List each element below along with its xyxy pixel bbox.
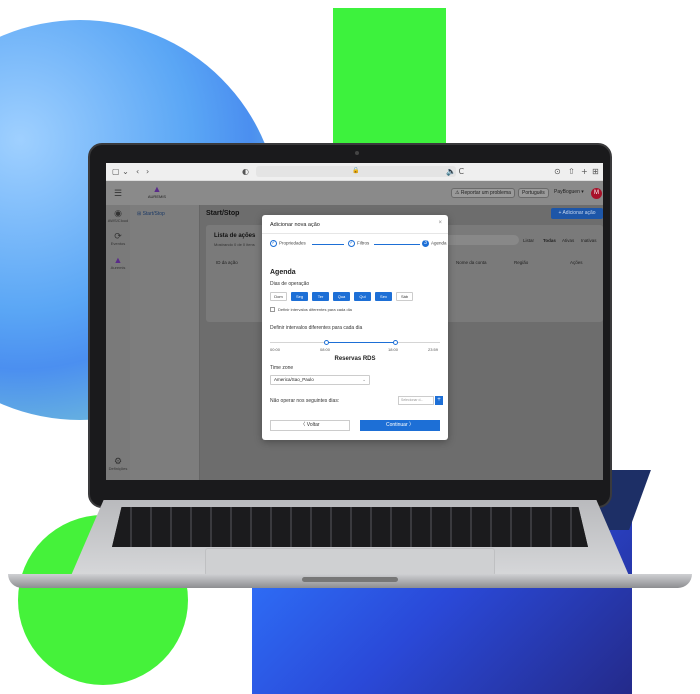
column-header: Ações <box>570 260 583 265</box>
rail-label: Auremis <box>110 265 126 270</box>
slider-end-handle[interactable] <box>393 340 398 345</box>
continue-button[interactable]: Continuar 〉 <box>360 420 440 431</box>
day-toggle-fri[interactable]: Sex <box>375 292 392 301</box>
slider-tick: 23:59 <box>428 347 439 352</box>
step-schedule[interactable]: 3 Agenda <box>422 240 447 247</box>
rail-item-auremis[interactable]: ▲ Auremis <box>106 255 130 270</box>
step-filters[interactable]: ✓ Filtros <box>348 240 369 247</box>
page-title: Start/Stop <box>206 210 240 217</box>
laptop-screen: ▢ ⌄ ‹ › ◐ 🔒 🔈 C ⊙ ⇧ + ⊞ ▲ AUREMIS ⚠ Repo… <box>106 163 603 480</box>
new-tab-icon[interactable]: + <box>581 167 588 176</box>
column-header: ID da ação <box>216 260 238 265</box>
step-label: Filtros <box>357 240 370 246</box>
time-slider-range <box>326 342 395 343</box>
timezone-select[interactable]: America/Sao_Paulo ⌄ <box>270 375 370 385</box>
filter-label: Listar <box>523 238 535 243</box>
rds-title: Reservas RDS <box>334 356 376 362</box>
laptop-camera <box>355 151 359 155</box>
add-action-modal: Adicionar nova ação × ✓ Propriedades ✓ Fil… <box>262 215 448 440</box>
side-panel: ⊞ Start/Stop <box>130 205 200 480</box>
step-properties[interactable]: ✓ Propriedades <box>270 240 306 247</box>
filter-all-button[interactable]: Todas <box>543 238 556 243</box>
days-label: Dias de operação <box>270 281 310 287</box>
tabs-overview-icon[interactable]: ⊞ <box>592 167 599 176</box>
sidebar-item-start-stop[interactable]: ⊞ Start/Stop <box>134 209 196 219</box>
day-toggle-sat[interactable]: Sáb <box>396 292 413 301</box>
gear-icon: ⚙ <box>113 456 123 466</box>
date-picker-input[interactable]: Selecionar d... <box>398 396 434 405</box>
back-button[interactable]: 〈 Voltar <box>270 420 350 431</box>
filter-inactive-button[interactable]: Inativas <box>581 238 597 243</box>
logo-triangle-icon: ▲ <box>152 184 162 194</box>
step-label: Agenda <box>431 240 447 246</box>
laptop-trackpad <box>205 548 495 576</box>
forward-icon[interactable]: › <box>146 167 149 176</box>
slider-tick: 00:00 <box>270 347 281 352</box>
rail-item-events[interactable]: ⟳ Eventos <box>106 231 130 246</box>
back-icon[interactable]: ‹ <box>136 167 139 176</box>
laptop-notch <box>302 577 398 582</box>
rail-item-cloud[interactable]: ◉ AWS/Cloud <box>106 208 130 223</box>
check-icon: ✓ <box>270 240 277 247</box>
chevron-down-icon: ⌄ <box>362 377 366 382</box>
avatar[interactable]: M <box>591 188 602 199</box>
day-toggle-thu[interactable]: Qui <box>354 292 371 301</box>
column-header: Região <box>514 260 529 265</box>
filter-active-button[interactable]: Ativas <box>562 238 574 243</box>
app-logo[interactable]: ▲ AUREMIS <box>142 184 172 200</box>
check-icon: ✓ <box>348 240 355 247</box>
intervals-label: Definir intervalos diferentes para cada … <box>270 325 363 331</box>
modal-divider <box>262 233 448 234</box>
slider-tick: 18:00 <box>388 347 399 352</box>
rail-item-settings[interactable]: ⚙ Definições <box>106 456 130 471</box>
sidebar-toggle-icon[interactable]: ▢ ⌄ <box>112 167 129 176</box>
marketing-stage: ▢ ⌄ ‹ › ◐ 🔒 🔈 C ⊙ ⇧ + ⊞ ▲ AUREMIS ⚠ Repo… <box>0 0 700 694</box>
day-toggle-tue[interactable]: Ter <box>312 292 329 301</box>
timezone-label: Time zone <box>270 365 294 371</box>
laptop-keyboard <box>112 507 588 547</box>
download-icon[interactable]: ⊙ <box>554 167 561 176</box>
slider-start-handle[interactable] <box>324 340 329 345</box>
report-problem-button[interactable]: ⚠ Reportar um problema <box>451 188 515 198</box>
privacy-icon[interactable]: ◐ <box>242 167 249 176</box>
share-icon[interactable]: ⇧ <box>568 167 575 176</box>
slider-tick: 08:00 <box>320 347 331 352</box>
logo-text: AUREMIS <box>147 194 167 199</box>
modal-title: Adicionar nova ação <box>270 222 320 228</box>
no-operate-label: Não operar nos seguintes dias: <box>270 398 340 404</box>
step-connector <box>312 244 344 245</box>
language-button[interactable]: Português <box>518 188 549 198</box>
add-date-button[interactable]: + <box>435 396 443 405</box>
step-number-icon: 3 <box>422 240 429 247</box>
timezone-value: America/Sao_Paulo <box>274 377 314 382</box>
add-action-button[interactable]: + Adicionar ação <box>551 208 603 219</box>
menu-icon[interactable]: ☰ <box>106 188 130 198</box>
cloud-icon: ◉ <box>114 208 122 218</box>
left-rail <box>106 205 130 480</box>
different-intervals-checkbox[interactable] <box>270 307 275 312</box>
day-toggle-wed[interactable]: Qua <box>333 292 350 301</box>
list-subtitle: Mostrando 0 de 0 itens <box>214 242 255 247</box>
day-toggle-sun[interactable]: Dom <box>270 292 287 301</box>
day-toggle-mon[interactable]: Seg <box>291 292 308 301</box>
list-title: Lista de ações <box>214 233 256 239</box>
rail-label: AWS/Cloud <box>107 218 129 223</box>
events-icon: ⟳ <box>114 231 122 241</box>
close-icon[interactable]: × <box>438 220 442 226</box>
reload-icon[interactable]: 🔈 C <box>446 167 464 176</box>
rail-label: Definições <box>108 466 128 471</box>
report-label: Reportar um problema <box>460 190 511 196</box>
auremis-icon: ▲ <box>113 255 123 265</box>
step-connector <box>374 244 420 245</box>
step-label: Propriedades <box>279 240 306 246</box>
address-bar[interactable]: 🔒 <box>256 166 456 177</box>
checkbox-label: Definir intervalos diferentes para cada … <box>278 307 352 312</box>
lock-icon: 🔒 <box>352 168 360 174</box>
browser-toolbar: ▢ ⌄ ‹ › ◐ 🔒 🔈 C ⊙ ⇧ + ⊞ <box>106 163 603 181</box>
section-title: Agenda <box>270 269 296 276</box>
rail-label: Eventos <box>110 241 126 246</box>
user-menu[interactable]: PayBoguen ▾ <box>551 188 587 198</box>
column-header: Nome da conta <box>456 260 487 265</box>
